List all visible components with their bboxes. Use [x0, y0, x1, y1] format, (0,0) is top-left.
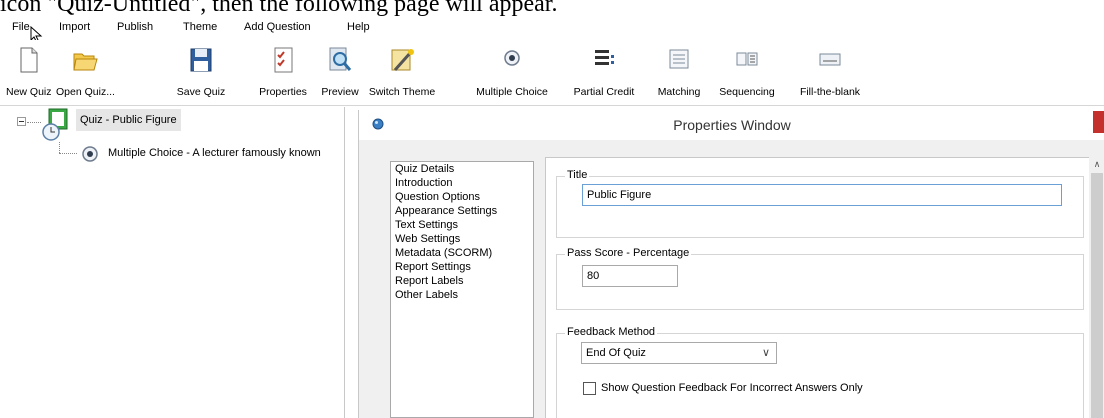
title-group: Title Public Figure [556, 169, 1084, 238]
feedback-method-group: Feedback Method End Of Quiz ∨ Show Quest… [556, 326, 1084, 418]
tree-connector [59, 142, 60, 153]
nav-text-settings[interactable]: Text Settings [391, 218, 533, 232]
nav-other-labels[interactable]: Other Labels [391, 288, 533, 302]
save-disk-icon [190, 48, 212, 72]
matching-icon [669, 49, 689, 69]
menu-publish[interactable]: Publish [117, 21, 153, 33]
switch-theme-button[interactable]: Switch Theme [366, 46, 438, 104]
new-quiz-button[interactable]: New Quiz [6, 46, 52, 104]
sequencing-icon [736, 52, 758, 66]
chevron-down-icon: ∨ [761, 347, 770, 359]
radio-button-icon [82, 146, 98, 162]
open-folder-icon [73, 53, 98, 71]
properties-button[interactable]: Properties [252, 46, 314, 104]
new-quiz-label: New Quiz [6, 86, 52, 98]
matching-label: Matching [657, 86, 701, 98]
properties-nav-list: Quiz Details Introduction Question Optio… [390, 161, 534, 418]
menu-help[interactable]: Help [347, 21, 370, 33]
save-quiz-button[interactable]: Save Quiz [174, 46, 228, 104]
quiz-clock-icon [42, 108, 68, 141]
save-quiz-label: Save Quiz [176, 86, 226, 98]
vertical-scrollbar[interactable]: ∧ [1089, 157, 1104, 418]
nav-question-options[interactable]: Question Options [391, 190, 533, 204]
open-quiz-label: Open Quiz... [56, 86, 115, 98]
tree-connector [59, 153, 77, 154]
title-input[interactable]: Public Figure [582, 184, 1062, 206]
menu-bar: File Import Publish Theme Add Question H… [0, 18, 1104, 38]
switch-theme-label: Switch Theme [368, 86, 436, 98]
preview-button[interactable]: Preview [318, 46, 362, 104]
nav-introduction[interactable]: Introduction [391, 176, 533, 190]
toolbar: New Quiz Open Quiz... Save Quiz Properti… [0, 40, 1104, 106]
menu-file[interactable]: File [12, 21, 30, 33]
new-document-icon [20, 47, 38, 73]
properties-window: Properties Window Quiz Details Introduct… [358, 110, 1104, 418]
properties-title-bar: Properties Window [359, 110, 1104, 140]
quiz-details-pane: Title Public Figure Pass Score - Percent… [545, 157, 1089, 418]
partial-credit-icon [595, 50, 614, 65]
title-legend: Title [565, 169, 590, 181]
tree-connector [27, 122, 41, 123]
properties-body: Quiz Details Introduction Question Optio… [359, 140, 1104, 418]
nav-metadata[interactable]: Metadata (SCORM) [391, 246, 533, 260]
close-button[interactable] [1093, 111, 1104, 133]
radio-button-icon [504, 50, 520, 66]
quiz-tree: Quiz - Public Figure Multiple Choice - A… [0, 107, 345, 418]
incorrect-only-label: Show Question Feedback For Incorrect Ans… [601, 382, 863, 394]
tree-quiz-node[interactable]: Quiz - Public Figure [76, 109, 181, 131]
feedback-method-value: End Of Quiz [586, 347, 646, 359]
sequencing-label: Sequencing [719, 86, 775, 98]
properties-checklist-icon [274, 47, 293, 73]
instruction-text: icon "Quiz-Untitled", then the following… [0, 0, 558, 17]
nav-report-labels[interactable]: Report Labels [391, 274, 533, 288]
pass-score-legend: Pass Score - Percentage [565, 247, 692, 259]
sequencing-button[interactable]: Sequencing [715, 46, 779, 104]
nav-quiz-details[interactable]: Quiz Details [391, 162, 533, 176]
pass-score-input[interactable]: 80 [582, 265, 678, 287]
properties-label: Properties [259, 86, 307, 98]
feedback-method-select[interactable]: End Of Quiz ∨ [581, 342, 777, 364]
fill-the-blank-button[interactable]: Fill-the-blank [794, 46, 866, 104]
properties-title: Properties Window [673, 117, 791, 133]
menu-import[interactable]: Import [59, 21, 90, 33]
partial-credit-label: Partial Credit [573, 86, 635, 98]
multiple-choice-label: Multiple Choice [476, 86, 548, 98]
scroll-up-arrow-icon[interactable]: ∧ [1089, 159, 1104, 171]
incorrect-only-checkbox[interactable] [583, 382, 596, 395]
multiple-choice-button[interactable]: Multiple Choice [470, 46, 554, 104]
matching-button[interactable]: Matching [652, 46, 706, 104]
preview-label: Preview [321, 86, 359, 98]
nav-web-settings[interactable]: Web Settings [391, 232, 533, 246]
menu-add-question[interactable]: Add Question [244, 21, 311, 33]
fill-blank-icon [819, 53, 841, 66]
partial-credit-button[interactable]: Partial Credit [569, 46, 639, 104]
theme-wand-icon [391, 49, 414, 71]
feedback-method-legend: Feedback Method [565, 326, 658, 338]
tree-collapse-toggle[interactable] [17, 117, 26, 126]
menu-theme[interactable]: Theme [183, 21, 217, 33]
nav-appearance-settings[interactable]: Appearance Settings [391, 204, 533, 218]
nav-report-settings[interactable]: Report Settings [391, 260, 533, 274]
open-quiz-button[interactable]: Open Quiz... [56, 46, 115, 104]
tree-question-node[interactable]: Multiple Choice - A lecturer famously kn… [108, 147, 344, 159]
pass-score-group: Pass Score - Percentage 80 [556, 247, 1084, 310]
scroll-thumb[interactable] [1091, 173, 1103, 418]
fill-the-blank-label: Fill-the-blank [799, 86, 861, 98]
preview-magnifier-icon [329, 47, 352, 71]
